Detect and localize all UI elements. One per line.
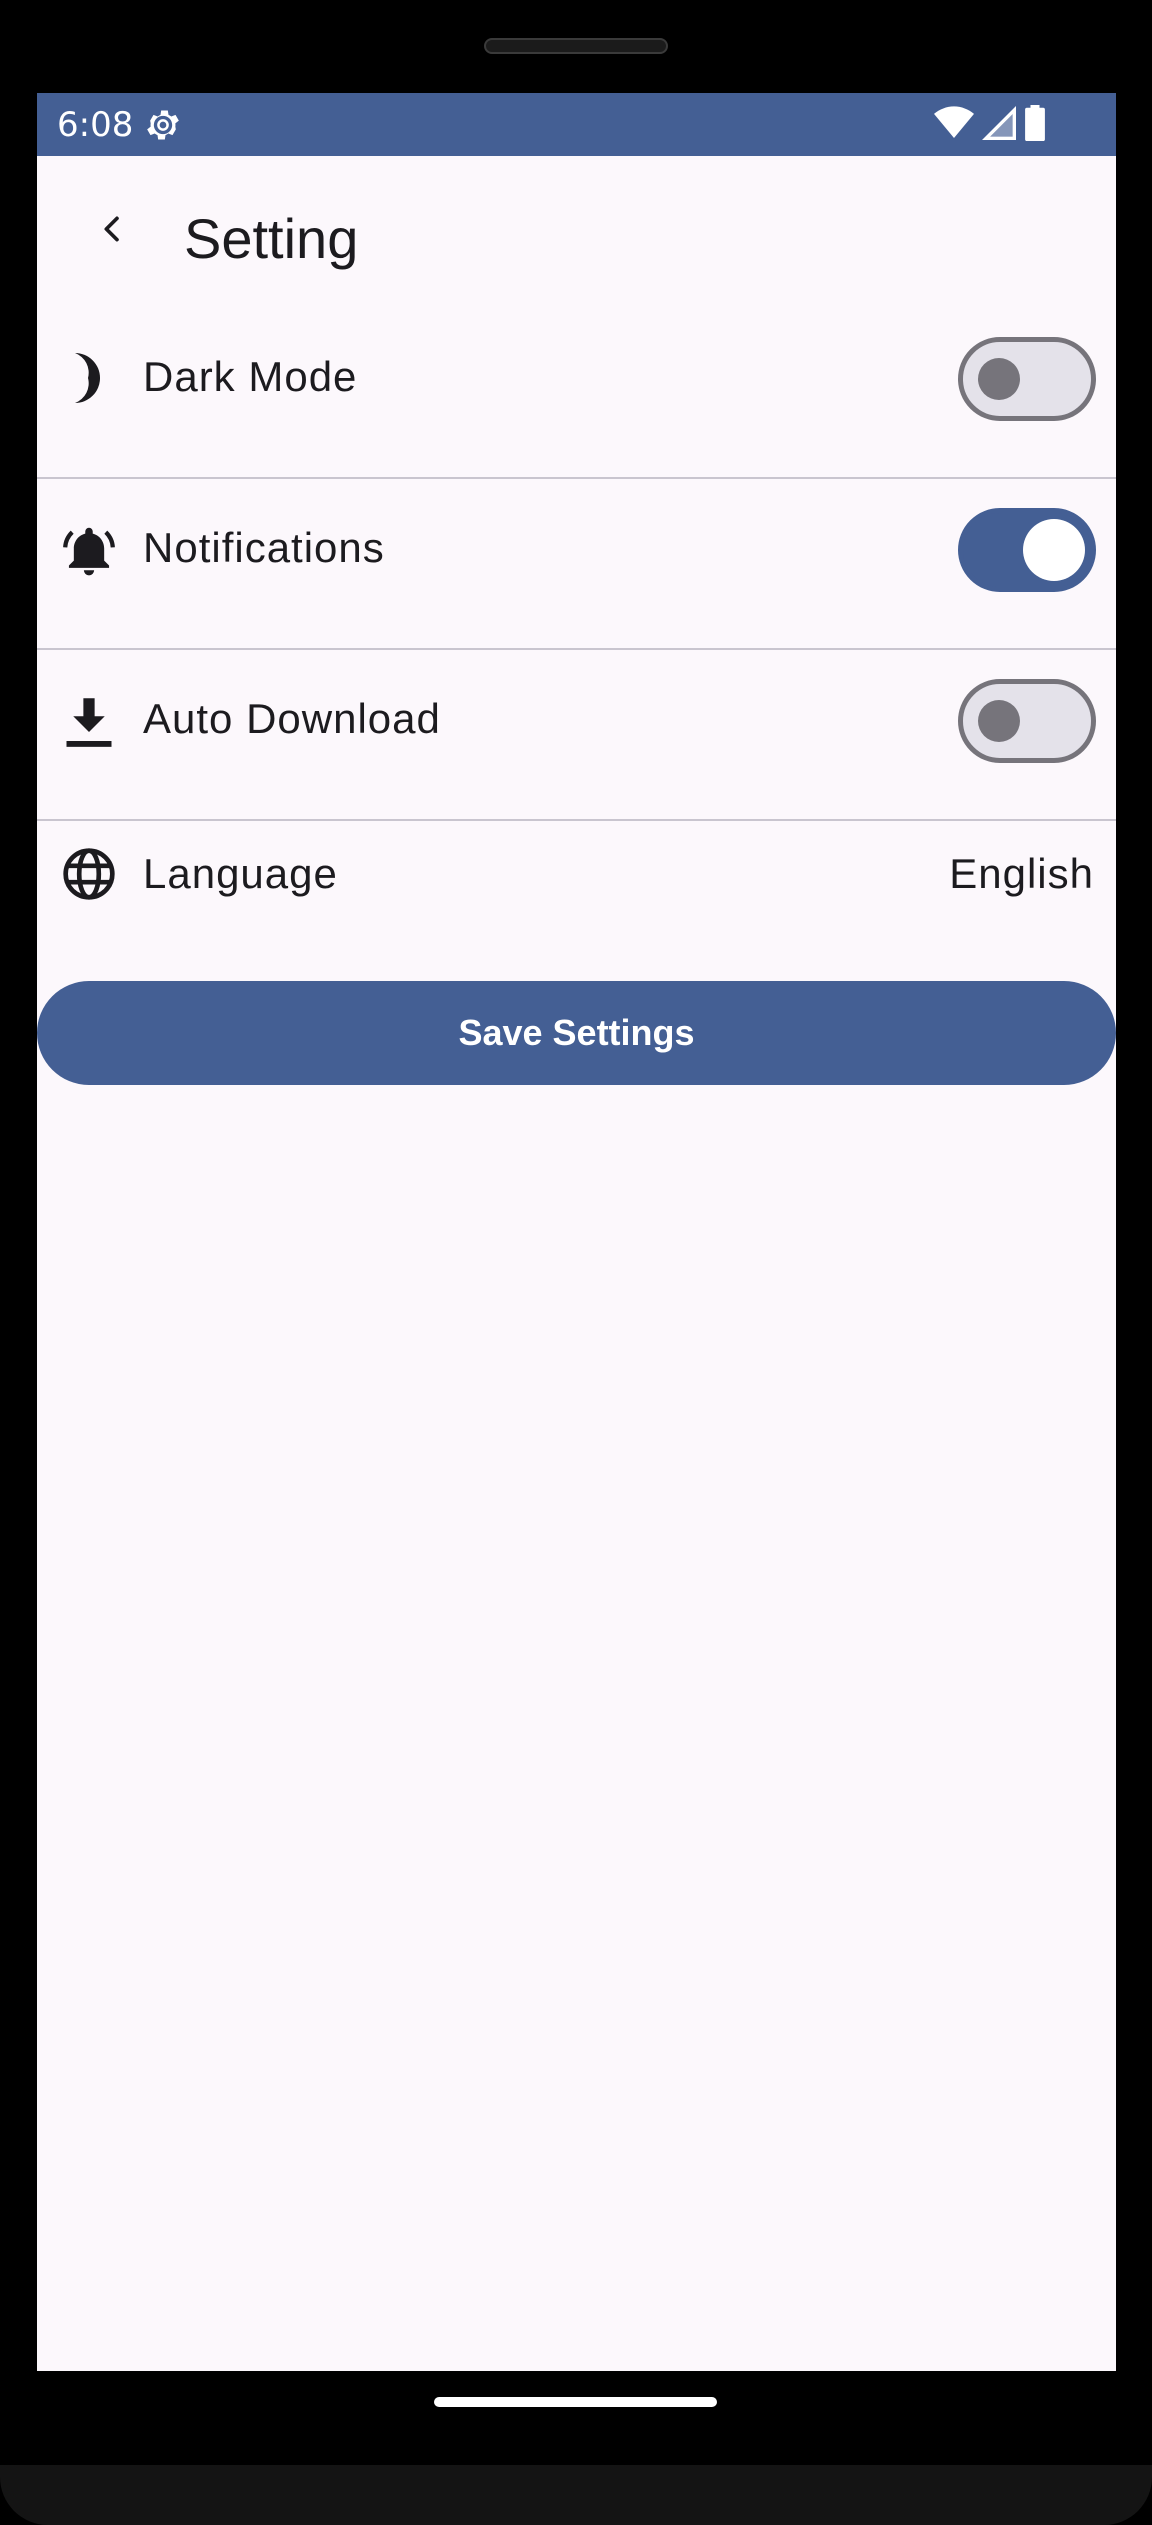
- bottom-bezel: [0, 2465, 1152, 2525]
- toggle-thumb: [1023, 519, 1085, 581]
- auto-download-toggle[interactable]: [958, 679, 1096, 763]
- setting-label: Dark Mode: [143, 353, 358, 400]
- toggle-thumb: [978, 700, 1020, 742]
- language-value[interactable]: English: [949, 849, 1094, 899]
- toggle-thumb: [978, 358, 1020, 400]
- setting-label: Auto Download: [143, 695, 441, 742]
- page-title: Setting: [184, 207, 359, 270]
- chevron-left-icon: [95, 212, 129, 250]
- download-icon: [59, 693, 119, 753]
- wifi-icon: [934, 106, 974, 144]
- divider: [37, 819, 1116, 821]
- phone-frame: 6:08 Setting Dark Mode Notifications Aut…: [0, 0, 1152, 2525]
- app-screen: 6:08 Setting Dark Mode Notifications Aut…: [37, 93, 1116, 2371]
- status-icons: [934, 105, 1046, 145]
- signal-icon: [982, 106, 1016, 144]
- dark-mode-toggle[interactable]: [958, 337, 1096, 421]
- setting-row-language[interactable]: Language English: [37, 831, 1116, 951]
- battery-icon: [1024, 105, 1046, 145]
- notifications-toggle[interactable]: [958, 508, 1096, 592]
- bell-ringing-icon: [59, 522, 119, 582]
- setting-row-auto-download: Auto Download: [37, 660, 1116, 830]
- home-indicator[interactable]: [434, 2397, 717, 2407]
- moon-icon: [59, 348, 119, 408]
- setting-row-notifications: Notifications: [37, 489, 1116, 659]
- settings-gear-icon: [143, 105, 183, 145]
- divider: [37, 477, 1116, 479]
- status-bar: 6:08: [37, 93, 1116, 156]
- setting-label: Language: [143, 850, 338, 897]
- setting-label: Notifications: [143, 524, 385, 571]
- status-time: 6:08: [57, 105, 134, 145]
- earpiece-speaker: [484, 38, 668, 54]
- divider: [37, 648, 1116, 650]
- save-settings-button[interactable]: Save Settings: [37, 981, 1116, 1085]
- app-bar: Setting: [37, 156, 1116, 306]
- setting-row-dark-mode: Dark Mode: [37, 318, 1116, 488]
- back-button[interactable]: [77, 196, 147, 266]
- globe-icon: [59, 844, 119, 904]
